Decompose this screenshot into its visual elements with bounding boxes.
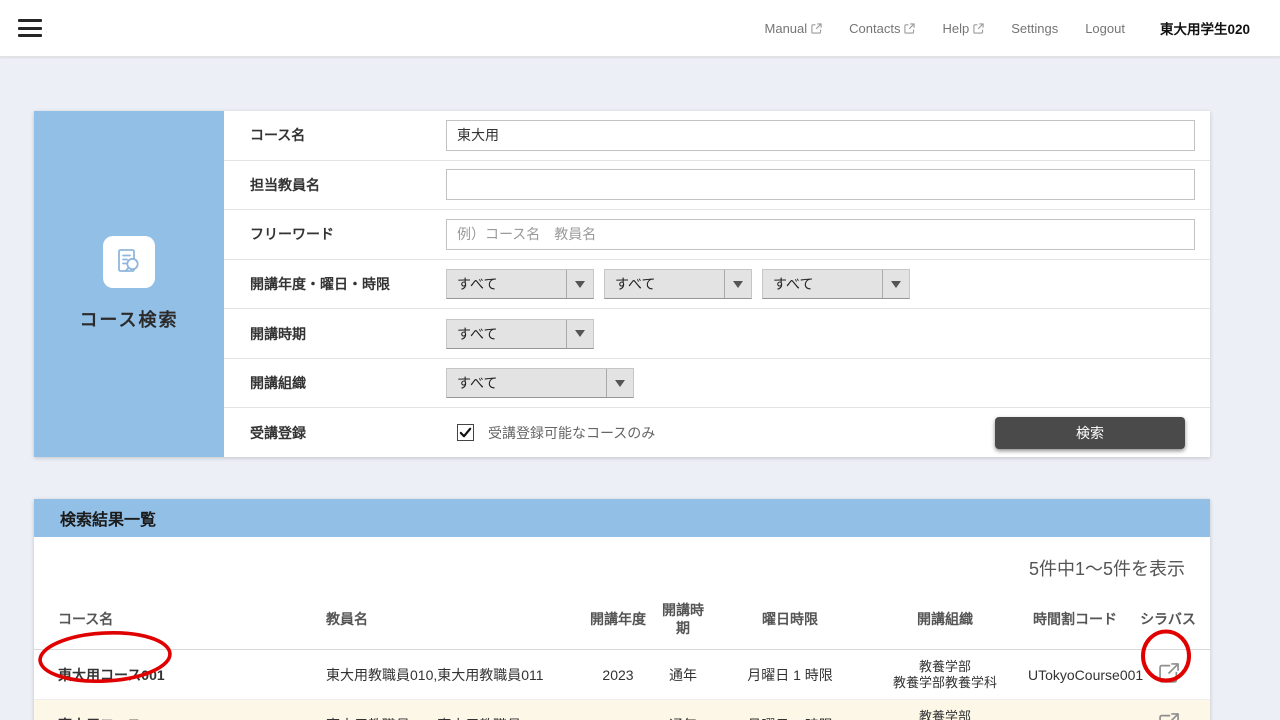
top-navigation: Manual Contacts Help Settings Logout 東大用… xyxy=(765,18,1250,38)
search-panel-title: コース検索 xyxy=(79,306,178,332)
period-select[interactable]: すべて xyxy=(762,269,910,299)
term-cell: 通年 xyxy=(652,650,714,700)
col-day-period: 曜日時限 xyxy=(714,595,866,650)
term-select-value: すべて xyxy=(447,320,566,348)
nav-help-label: Help xyxy=(942,21,969,36)
chevron-down-icon xyxy=(606,369,633,397)
col-organization: 開講組織 xyxy=(866,595,1024,650)
year-cell: 2023 xyxy=(584,700,652,720)
organization-line-1: 教養学部 xyxy=(870,709,1020,720)
form-row-teacher-name: 担当教員名 xyxy=(224,161,1210,211)
year-day-period-label: 開講年度・曜日・時限 xyxy=(224,274,446,294)
search-panel-sidebar: コース検索 xyxy=(34,111,224,457)
col-term: 開講時期 xyxy=(652,595,714,650)
form-row-registration: 受講登録 受講登録可能なコースのみ 検索 xyxy=(224,408,1210,457)
search-form: コース名 担当教員名 フリーワード 開講年度・曜日・時限 すべて xyxy=(224,111,1210,457)
nav-settings-label: Settings xyxy=(1011,21,1058,36)
external-link-icon xyxy=(811,23,822,34)
col-year: 開講年度 xyxy=(584,595,652,650)
organization-line-2: 教養学部教養学科 xyxy=(870,675,1020,691)
nav-contacts-label: Contacts xyxy=(849,21,900,36)
col-teacher-name: 教員名 xyxy=(322,595,584,650)
form-row-organization: 開講組織 すべて xyxy=(224,359,1210,409)
table-row-course-002: 東大用コース002 東大用教職員010,東大用教職員011 2023 通年 月曜… xyxy=(34,700,1210,720)
period-select-value: すべて xyxy=(763,270,882,298)
nav-contacts-link[interactable]: Contacts xyxy=(849,21,915,36)
teacher-name-input[interactable] xyxy=(446,169,1195,200)
nav-manual-link[interactable]: Manual xyxy=(765,21,823,36)
course-search-icon xyxy=(103,236,155,288)
day-select-value: すべて xyxy=(605,270,724,298)
form-row-term: 開講時期 すべて xyxy=(224,309,1210,359)
day-select[interactable]: すべて xyxy=(604,269,752,299)
teacher-name-label: 担当教員名 xyxy=(224,175,446,195)
chevron-down-icon xyxy=(882,270,909,298)
term-select[interactable]: すべて xyxy=(446,319,594,349)
checkmark-icon xyxy=(459,426,472,439)
results-body: 5件中1〜5件を表示 コース名 教員名 開講年度 開講時期 曜日時限 開講組織 … xyxy=(34,537,1210,720)
course-name-link[interactable]: 東大用コース002 xyxy=(34,700,322,720)
results-table: コース名 教員名 開講年度 開講時期 曜日時限 開講組織 時間割コード シラバス… xyxy=(34,595,1210,720)
col-timetable-code: 時間割コード xyxy=(1024,595,1126,650)
organization-cell: 教養学部 教養学部教養学科 xyxy=(866,650,1024,700)
registration-label: 受講登録 xyxy=(224,423,446,443)
syllabus-external-link-icon[interactable] xyxy=(1155,660,1182,687)
course-name-input[interactable] xyxy=(446,120,1195,151)
form-row-free-word: フリーワード xyxy=(224,210,1210,260)
course-name-label: コース名 xyxy=(224,125,446,145)
organization-cell: 教養学部 教養学部教養学科 xyxy=(866,700,1024,720)
nav-settings-link[interactable]: Settings xyxy=(1011,21,1058,36)
year-select-value: すべて xyxy=(447,270,566,298)
search-results-section: 検索結果一覧 5件中1〜5件を表示 コース名 教員名 開講年度 開講時期 曜日時… xyxy=(34,499,1210,720)
col-syllabus: シラバス xyxy=(1126,595,1210,650)
nav-manual-label: Manual xyxy=(765,21,808,36)
external-link-icon xyxy=(904,23,915,34)
timetable-code-cell: UTokyoCourse001 xyxy=(1024,650,1126,700)
year-select[interactable]: すべて xyxy=(446,269,594,299)
organization-label: 開講組織 xyxy=(224,373,446,393)
registration-checkbox-label: 受講登録可能なコースのみ xyxy=(488,423,655,443)
chevron-down-icon xyxy=(724,270,751,298)
course-search-panel: コース検索 コース名 担当教員名 フリーワード 開講年度・曜日・時限 すべて xyxy=(34,111,1210,457)
teachers-cell: 東大用教職員010,東大用教職員011 xyxy=(322,650,584,700)
year-cell: 2023 xyxy=(584,650,652,700)
hamburger-menu-icon[interactable] xyxy=(18,19,42,37)
chevron-down-icon xyxy=(566,270,593,298)
course-name-link[interactable]: 東大用コース001 xyxy=(34,650,322,700)
top-bar: Manual Contacts Help Settings Logout 東大用… xyxy=(0,0,1280,57)
search-button[interactable]: 検索 xyxy=(995,417,1185,449)
chevron-down-icon xyxy=(566,320,593,348)
table-row-course-001: 東大用コース001 東大用教職員010,東大用教職員011 2023 通年 月曜… xyxy=(34,650,1210,700)
form-row-course-name: コース名 xyxy=(224,111,1210,161)
free-word-input[interactable] xyxy=(446,219,1195,250)
term-label: 開講時期 xyxy=(224,324,446,344)
teachers-cell: 東大用教職員010,東大用教職員011 xyxy=(322,700,584,720)
results-header: 検索結果一覧 xyxy=(34,499,1210,537)
external-link-icon xyxy=(973,23,984,34)
registration-checkbox[interactable] xyxy=(457,424,474,441)
timetable-code-cell: UTokyoCourse002 xyxy=(1024,700,1126,720)
organization-line-1: 教養学部 xyxy=(870,659,1020,675)
nav-logout-link[interactable]: Logout xyxy=(1085,21,1125,36)
logged-in-username: 東大用学生020 xyxy=(1160,18,1250,38)
results-count-text: 5件中1〜5件を表示 xyxy=(34,537,1210,595)
col-course-name: コース名 xyxy=(34,595,322,650)
syllabus-external-link-icon[interactable] xyxy=(1155,710,1182,720)
nav-help-link[interactable]: Help xyxy=(942,21,984,36)
nav-logout-label: Logout xyxy=(1085,21,1125,36)
term-cell: 通年 xyxy=(652,700,714,720)
day-period-cell: 月曜日 2 時限 xyxy=(714,700,866,720)
day-period-cell: 月曜日 1 時限 xyxy=(714,650,866,700)
organization-select[interactable]: すべて xyxy=(446,368,634,398)
form-row-year-day-period: 開講年度・曜日・時限 すべて すべて すべて xyxy=(224,260,1210,310)
free-word-label: フリーワード xyxy=(224,224,446,244)
organization-select-value: すべて xyxy=(447,369,606,397)
results-table-header-row: コース名 教員名 開講年度 開講時期 曜日時限 開講組織 時間割コード シラバス xyxy=(34,595,1210,650)
